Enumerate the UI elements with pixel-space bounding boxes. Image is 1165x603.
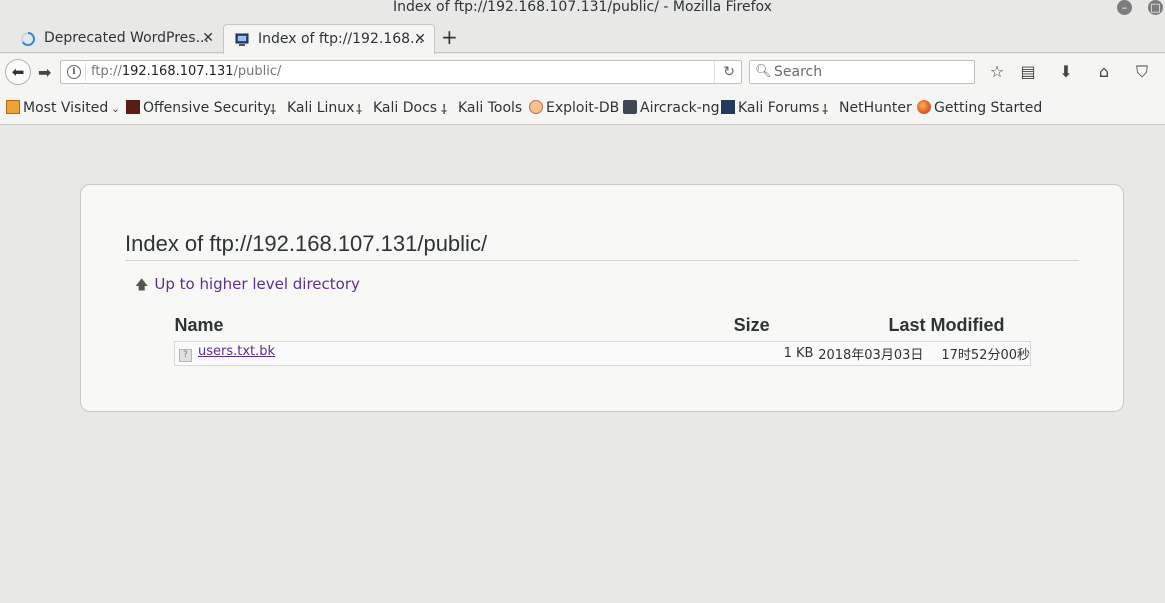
bookmark-label: Kali Linux (287, 100, 355, 116)
bookmark-kali-docs[interactable]: ⸸ Kali Docs (356, 99, 437, 118)
kali-dragon-icon: ⸸ (356, 103, 363, 118)
maximize-icon[interactable]: □ (1148, 0, 1163, 15)
table-header-row: Name Size Last Modified (175, 315, 1031, 341)
bookmark-offensive-security[interactable]: Offensive Security (126, 99, 271, 117)
search-placeholder: Search (774, 64, 823, 80)
chevron-down-icon: ⌄ (108, 104, 120, 115)
bookmark-label: Getting Started (934, 100, 1043, 116)
search-input[interactable]: 🔍︎ Search (749, 60, 975, 84)
url-text: ftp://192.168.107.131/public/ (91, 61, 281, 83)
ftp-page-icon (235, 33, 249, 46)
file-time: 17时52分00秒 (941, 347, 1030, 363)
bookmark-label: Exploit-DB (546, 100, 620, 116)
directory-listing-card: Index of ftp://192.168.107.131/public/ 🡅… (80, 184, 1124, 412)
folder-gear-icon (6, 100, 20, 114)
bookmarks-toolbar: Most Visited ⌄ Offensive Security ⸸ Kali … (0, 91, 1165, 125)
bookmark-label: Offensive Security (143, 100, 272, 116)
bookmark-kali-forums[interactable]: Kali Forums (721, 99, 819, 117)
url-separator (85, 63, 86, 81)
new-tab-button[interactable]: + (441, 23, 458, 51)
reload-icon[interactable]: ↻ (714, 61, 735, 83)
close-tab-icon[interactable]: ✕ (202, 24, 214, 52)
navigation-toolbar: ⬅ ➡ i ftp://192.168.107.131/public/ ↻ 🔍︎… (0, 54, 1165, 91)
table-row[interactable]: ? users.txt.bk 1 KB 2018年03月03日 17时52分00秒 (173, 340, 1032, 366)
bookmark-exploit-db[interactable]: Exploit-DB (529, 99, 619, 117)
bookmark-label: NetHunter (839, 100, 912, 116)
tab-ftp-index[interactable]: Index of ftp://192.168... ✕ (223, 24, 435, 54)
tab-label: Index of ftp://192.168... (258, 31, 424, 47)
kali-dragon-icon: ⸸ (270, 103, 277, 118)
file-name-cell: ? users.txt.bk (173, 340, 734, 366)
file-date: 2018年03月03日 (818, 347, 924, 363)
close-tab-icon[interactable]: ✕ (414, 25, 426, 53)
info-icon[interactable]: i (67, 65, 81, 79)
bookmark-aircrack-ng[interactable]: Aircrack-ng (623, 99, 720, 117)
aircrack-icon (623, 100, 637, 114)
file-modified-cell: 2018年03月03日 17时52分00秒 (813, 340, 1032, 366)
minimize-icon[interactable]: – (1117, 0, 1132, 15)
back-button[interactable]: ⬅ (5, 59, 31, 85)
bookmark-star-icon[interactable]: ☆ (986, 62, 1008, 84)
kali-forums-icon (721, 100, 735, 114)
search-icon: 🔍︎ (755, 64, 772, 79)
pocket-icon[interactable]: ⛉ (1131, 62, 1153, 84)
file-table: Name Size Last Modified ? users.txt.bk 1 … (173, 315, 1032, 366)
up-directory-link[interactable]: 🡅 Up to higher level directory (135, 275, 360, 295)
bookmark-label: Kali Docs (373, 100, 438, 116)
file-link[interactable]: users.txt.bk (198, 344, 275, 359)
bookmark-getting-started[interactable]: Getting Started (917, 99, 1042, 117)
tab-label: Deprecated WordPres... (44, 30, 209, 46)
bookmark-nethunter[interactable]: ⸸ NetHunter (822, 99, 912, 118)
kali-dragon-icon: ⸸ (441, 103, 448, 118)
column-header-name[interactable]: Name (175, 315, 734, 341)
up-directory-label[interactable]: Up to higher level directory (154, 275, 360, 293)
tab-deprecated-wordpress[interactable]: Deprecated WordPres... ✕ (10, 24, 222, 53)
up-arrow-icon: 🡅 (135, 278, 149, 293)
bookmark-kali-linux[interactable]: ⸸ Kali Linux (270, 99, 354, 118)
back-arrow-icon: ⬅ (11, 63, 25, 81)
bookmark-label: Aircrack-ng (640, 100, 720, 116)
column-header-size[interactable]: Size (734, 315, 814, 341)
url-scheme: ftp:// (91, 64, 122, 79)
window-title: Index of ftp://192.168.107.131/public/ -… (393, 0, 772, 15)
column-header-last-modified[interactable]: Last Modified (813, 315, 1030, 341)
bookmark-kali-tools[interactable]: ⸸ Kali Tools (441, 99, 522, 118)
page-content: Index of ftp://192.168.107.131/public/ 🡅… (0, 126, 1165, 603)
firefox-icon (917, 100, 931, 114)
file-size-cell: 1 KB (733, 340, 814, 366)
loading-spinner-icon (21, 32, 35, 46)
page-title: Index of ftp://192.168.107.131/public/ (125, 230, 1079, 261)
home-icon[interactable]: ⌂ (1093, 62, 1115, 84)
url-path: /public/ (233, 64, 282, 79)
window-titlebar: Index of ftp://192.168.107.131/public/ -… (0, 0, 1165, 22)
offsec-icon (126, 100, 140, 114)
forward-arrow-icon[interactable]: ➡ (38, 65, 51, 81)
bookmark-most-visited[interactable]: Most Visited ⌄ (6, 99, 120, 119)
bookmark-label: Kali Tools (458, 100, 523, 116)
download-icon[interactable]: ⬇ (1055, 62, 1077, 84)
bookmark-label: Most Visited (23, 100, 109, 116)
bookmark-label: Kali Forums (738, 100, 820, 116)
unknown-file-icon: ? (179, 349, 192, 362)
url-bar[interactable]: i ftp://192.168.107.131/public/ ↻ (60, 60, 742, 84)
exploitdb-icon (529, 100, 543, 114)
url-host: 192.168.107.131 (121, 64, 234, 79)
kali-dragon-icon: ⸸ (822, 103, 829, 118)
tab-strip: Deprecated WordPres... ✕ Index of ftp://… (0, 22, 1165, 54)
reading-list-icon[interactable]: ▤ (1017, 62, 1039, 84)
